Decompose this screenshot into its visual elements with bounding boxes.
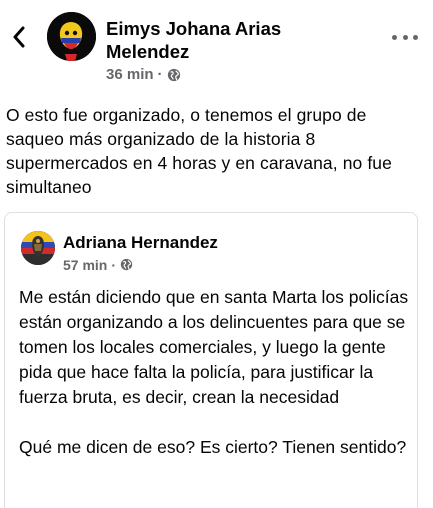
post-timestamp[interactable]: 36 min [106,66,154,83]
shared-paragraph: Me están diciendo que en santa Marta los… [19,287,409,407]
meta-separator: · [111,257,117,273]
shared-author-name[interactable]: Adriana Hernandez [63,233,218,253]
chevron-left-icon [13,26,25,48]
globe-icon [120,258,134,272]
shared-post-card[interactable]: Adriana Hernandez 57 min · Me están dici… [4,212,418,508]
back-button[interactable] [8,22,30,52]
post-meta: 36 min · [106,66,181,83]
more-dot-icon [413,34,418,40]
more-options-button[interactable] [392,30,418,44]
shared-post-body: Me están diciendo que en santa Marta los… [19,285,411,485]
post-body-text: O esto fue organizado, o tenemos el grup… [6,105,392,197]
globe-icon [167,68,181,82]
shared-paragraph: Qué me dicen de eso? Es cierto? Tienen s… [19,437,407,457]
avatar[interactable] [47,12,96,61]
author-name[interactable]: Eimys Johana Arias Melendez [106,17,316,63]
shared-post-meta: 57 min · [63,257,134,273]
post-header: Eimys Johana Arias Melendez 36 min · [0,0,433,95]
meta-separator: · [157,66,163,83]
more-dot-icon [402,34,408,40]
shared-timestamp[interactable]: 57 min [63,257,107,273]
shared-avatar[interactable] [21,231,55,265]
more-dot-icon [392,34,397,40]
